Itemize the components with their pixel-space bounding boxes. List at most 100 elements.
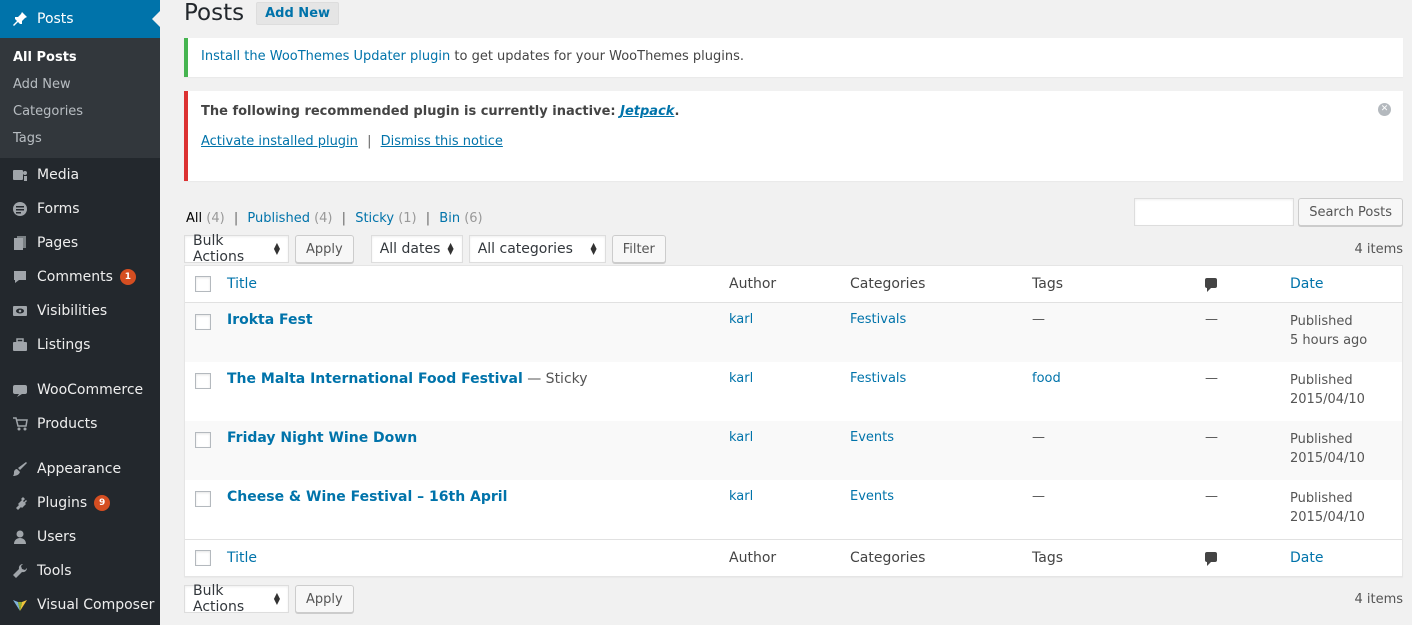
sidebar-item-plugins[interactable]: Plugins 9 (0, 486, 160, 520)
dismiss-notice-link[interactable]: Dismiss this notice (381, 134, 503, 149)
submenu-add-new[interactable]: Add New (0, 71, 160, 98)
items-count-bottom: 4 items (1354, 591, 1403, 607)
filter-separator: | (341, 211, 347, 226)
category-link[interactable]: Festivals (850, 371, 906, 386)
wrench-icon (10, 561, 30, 581)
row-category-cell: Festivals (850, 371, 1032, 421)
filter-bin[interactable]: Bin (6) (439, 211, 482, 226)
category-link[interactable]: Events (850, 489, 894, 504)
sidebar-item-woocommerce[interactable]: WooCommerce (0, 373, 160, 407)
bulk-actions-select[interactable]: Bulk Actions ▲ ▼ (184, 233, 289, 265)
jetpack-link[interactable]: Jetpack (620, 104, 674, 119)
filter-button[interactable]: Filter (611, 235, 666, 263)
filter-bin-label: Bin (439, 211, 461, 226)
category-link[interactable]: Events (850, 430, 894, 445)
row-author-cell: karl (729, 430, 850, 480)
page-header: Posts Add New (184, 0, 1403, 28)
filter-published[interactable]: Published (4) (247, 211, 332, 226)
sidebar-item-listings[interactable]: Listings (0, 328, 160, 362)
category-link[interactable]: Festivals (850, 312, 906, 327)
column-tags: Tags (1032, 276, 1063, 292)
post-title-link[interactable]: Irokta Fest (227, 312, 313, 328)
comment-icon (10, 267, 30, 287)
submenu-all-posts[interactable]: All Posts (0, 44, 160, 71)
sidebar-item-label: Listings (37, 337, 91, 353)
apply-button[interactable]: Apply (295, 235, 354, 263)
sidebar-item-appearance[interactable]: Appearance (0, 452, 160, 486)
add-new-button[interactable]: Add New (256, 1, 340, 25)
row-date-cell: Published 2015/04/10 (1290, 371, 1402, 421)
sidebar-item-pages[interactable]: Pages (0, 226, 160, 260)
bulk-actions-select-bottom[interactable]: Bulk Actions ▲ ▼ (184, 583, 289, 615)
sidebar-item-label: Pages (37, 235, 79, 251)
categories-select[interactable]: All categories ▲ ▼ (468, 235, 606, 263)
author-link[interactable]: karl (729, 312, 753, 327)
column-title-bottom[interactable]: Title (227, 550, 257, 566)
submenu-categories[interactable]: Categories (0, 98, 160, 125)
filter-bin-count: (6) (464, 211, 483, 226)
row-author-cell: karl (729, 489, 850, 539)
row-tags: — (1032, 312, 1045, 327)
column-title[interactable]: Title (227, 276, 257, 292)
column-date-bottom[interactable]: Date (1290, 550, 1323, 566)
sidebar-item-users[interactable]: Users (0, 520, 160, 554)
filter-all[interactable]: All (4) (186, 211, 225, 226)
close-icon[interactable]: ✕ (1378, 103, 1391, 116)
select-all-checkbox-bottom[interactable] (195, 550, 211, 566)
post-title-link[interactable]: The Malta International Food Festival (227, 371, 523, 387)
author-link[interactable]: karl (729, 430, 753, 445)
row-title-cell: Irokta Fest (227, 312, 729, 362)
apply-button-bottom[interactable]: Apply (295, 585, 354, 613)
filter-separator: | (233, 211, 239, 226)
select-all-checkbox[interactable] (195, 276, 211, 292)
vc-icon (10, 595, 30, 615)
search-input[interactable] (1134, 198, 1295, 226)
filter-sticky[interactable]: Sticky (1) (355, 211, 416, 226)
filter-all-count: (4) (206, 211, 225, 226)
row-checkbox[interactable] (195, 432, 211, 448)
row-tags: — (1032, 489, 1045, 504)
tag-link[interactable]: food (1032, 371, 1061, 386)
sidebar-item-visual-composer[interactable]: Visual Composer (0, 588, 160, 622)
sidebar-item-comments[interactable]: Comments 1 (0, 260, 160, 294)
sidebar-item-products[interactable]: Products (0, 407, 160, 441)
updater-notice-text: to get updates for your WooThemes plugin… (450, 49, 744, 64)
search-posts-button[interactable]: Search Posts (1298, 198, 1403, 226)
install-updater-link[interactable]: Install the WooThemes Updater plugin (201, 49, 450, 64)
woo-icon (10, 380, 30, 400)
row-date-cell: Published 2015/04/10 (1290, 430, 1402, 480)
sidebar-item-tools[interactable]: Tools (0, 554, 160, 588)
sidebar-item-posts[interactable]: Posts (0, 0, 160, 38)
row-date-cell: Published 5 hours ago (1290, 312, 1402, 362)
table-footer: Title Author Categories Tags Date (185, 539, 1402, 576)
activate-plugin-link[interactable]: Activate installed plugin (201, 134, 358, 149)
author-link[interactable]: karl (729, 371, 753, 386)
author-link[interactable]: karl (729, 489, 753, 504)
sidebar-item-forms[interactable]: Forms (0, 192, 160, 226)
column-comments-cell (1205, 550, 1290, 566)
post-title-link[interactable]: Friday Night Wine Down (227, 430, 417, 446)
dates-select[interactable]: All dates ▲ ▼ (370, 235, 463, 263)
post-status: Published (1290, 373, 1353, 388)
sidebar-item-media[interactable]: Media (0, 158, 160, 192)
post-date: 2015/04/10 (1290, 392, 1365, 407)
row-category-cell: Festivals (850, 312, 1032, 362)
row-category-cell: Events (850, 489, 1032, 539)
forms-icon (10, 199, 30, 219)
row-comments: — (1205, 430, 1218, 445)
column-author: Author (729, 276, 777, 292)
comment-icon (1205, 552, 1217, 566)
page-title: Posts (184, 0, 245, 26)
row-checkbox[interactable] (195, 373, 211, 389)
row-checkbox[interactable] (195, 314, 211, 330)
column-title-cell: Title (227, 276, 729, 292)
sidebar-item-visibilities[interactable]: Visibilities (0, 294, 160, 328)
row-checkbox-cell (185, 312, 227, 362)
admin-sidebar: Posts All Posts Add New Categories Tags … (0, 0, 160, 625)
submenu-tags[interactable]: Tags (0, 125, 160, 152)
row-checkbox[interactable] (195, 491, 211, 507)
select-all-cell (185, 276, 227, 292)
sidebar-item-label: Products (37, 416, 98, 432)
post-title-link[interactable]: Cheese & Wine Festival – 16th April (227, 489, 507, 505)
column-date[interactable]: Date (1290, 276, 1323, 292)
